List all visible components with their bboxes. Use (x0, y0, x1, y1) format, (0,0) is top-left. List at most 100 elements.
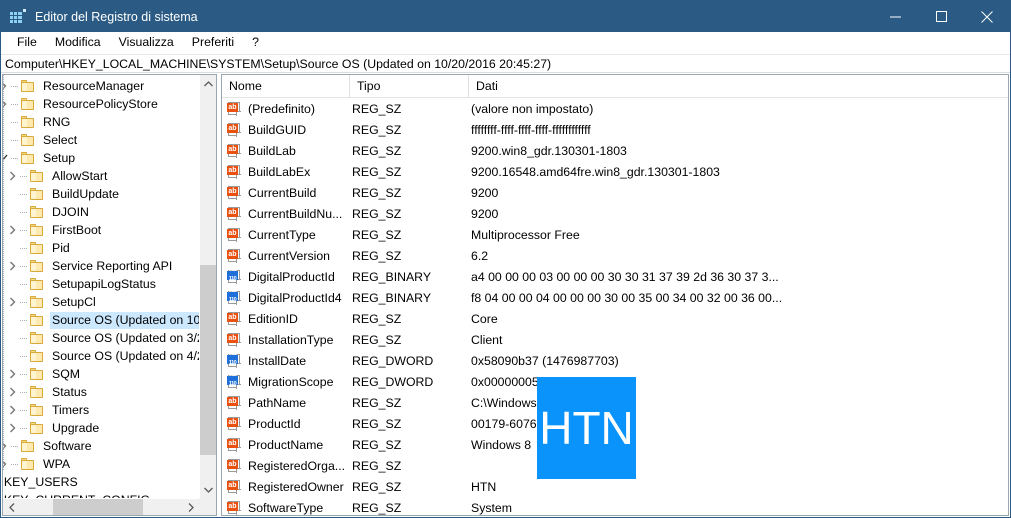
tree-expander-icon[interactable] (3, 77, 11, 95)
tree-expander-icon[interactable] (4, 365, 20, 383)
tree-node-service-reporting-api[interactable]: Service Reporting API (3, 257, 199, 275)
tree-node-firstboot[interactable]: FirstBoot (3, 221, 199, 239)
column-header-data[interactable]: Dati (469, 75, 1008, 98)
tree-node-resourcepolicystore[interactable]: ResourcePolicyStore (3, 95, 199, 113)
value-type-cell: REG_SZ (352, 164, 402, 179)
tree-node-resourcemanager[interactable]: ResourceManager (3, 77, 199, 95)
table-row[interactable]: ab CurrentVersion REG_SZ 6.2 (222, 245, 1008, 266)
tree-expander-icon[interactable] (4, 275, 20, 293)
value-type-cell: REG_SZ (352, 395, 402, 410)
table-row[interactable]: 011 110 DigitalProductId4 REG_BINARY f8 04 0… (222, 287, 1008, 308)
tree-node-source-os-updated-on-3-2[interactable]: Source OS (Updated on 3/2 (3, 329, 199, 347)
table-row[interactable]: ab SoftwareType REG_SZ System (222, 497, 1008, 515)
table-row[interactable]: 011 110 DigitalProductId REG_BINARY a4 00 00… (222, 266, 1008, 287)
tree-expander-icon[interactable] (4, 311, 20, 329)
scroll-right-arrow-icon[interactable] (182, 499, 199, 515)
tree-root-hkey-users[interactable]: HKEY_USERS (3, 473, 199, 491)
string-value-icon: ab (227, 416, 242, 431)
tree-node-setupcl[interactable]: SetupCl (3, 293, 199, 311)
folder-icon (29, 313, 45, 327)
column-header-type[interactable]: Tipo (350, 75, 469, 98)
tree-expander-icon[interactable] (4, 167, 20, 185)
string-value-icon: ab (227, 458, 242, 473)
tree-connector (20, 257, 29, 275)
table-row[interactable]: ab CurrentBuild REG_SZ 9200 (222, 182, 1008, 203)
menu-help[interactable]: ? (243, 33, 268, 52)
minimize-button[interactable] (872, 1, 918, 32)
menu-visualizza[interactable]: Visualizza (110, 33, 183, 52)
scroll-left-arrow-icon[interactable] (3, 499, 20, 515)
tree-expander-icon[interactable] (4, 419, 20, 437)
tree-expander-icon[interactable] (4, 383, 20, 401)
tree-node-setupapilogstatus[interactable]: SetupapiLogStatus (3, 275, 199, 293)
close-button[interactable] (964, 1, 1010, 32)
tree-expander-icon[interactable] (3, 437, 11, 455)
tree-node-source-os-updated-on-4-2[interactable]: Source OS (Updated on 4/2 (3, 347, 199, 365)
tree-root-hkey-current-config[interactable]: HKEY_CURRENT_CONFIG (3, 491, 199, 499)
tree-expander-icon[interactable] (4, 347, 20, 365)
tree-node-wpa[interactable]: WPA (3, 455, 199, 473)
folder-icon (20, 97, 36, 111)
tree-expander-icon[interactable] (4, 293, 20, 311)
table-row[interactable]: ab (Predefinito) REG_SZ (valore non imposta… (222, 98, 1008, 119)
tree-expander-icon[interactable] (4, 401, 20, 419)
menu-file[interactable]: File (8, 33, 46, 52)
tree-expander-icon[interactable] (4, 257, 20, 275)
maximize-button[interactable] (918, 1, 964, 32)
value-data-cell: Client (471, 332, 503, 347)
value-name-text: EditionID (248, 311, 298, 326)
tree-scroll-thumb[interactable] (200, 265, 216, 455)
tree-node-status[interactable]: Status (3, 383, 199, 401)
tree-node-timers[interactable]: Timers (3, 401, 199, 419)
table-row[interactable]: ab CurrentType REG_SZ Multiprocessor Free (222, 224, 1008, 245)
folder-icon (29, 205, 45, 219)
value-name-cell: ab ProductName (222, 437, 350, 452)
tree-node-source-os-updated-on-10[interactable]: Source OS (Updated on 10/ (3, 311, 199, 329)
tree-node-djoin[interactable]: DJOIN (3, 203, 199, 221)
tree-expander-icon[interactable] (3, 149, 11, 167)
tree-node-rng[interactable]: RNG (3, 113, 199, 131)
address-bar[interactable]: Computer\HKEY_LOCAL_MACHINE\SYSTEM\Setup… (1, 54, 1010, 73)
tree-connector (20, 401, 29, 419)
table-row[interactable]: ab BuildLabEx REG_SZ 9200.16548.amd64fre.wi… (222, 161, 1008, 182)
menu-modifica[interactable]: Modifica (46, 33, 110, 52)
tree-node-sqm[interactable]: SQM (3, 365, 199, 383)
column-header-name[interactable]: Nome (222, 75, 350, 98)
tree-expander-icon[interactable] (3, 113, 11, 131)
tree-expander-icon[interactable] (4, 185, 20, 203)
folder-icon (20, 133, 36, 147)
table-row[interactable]: ab EditionID REG_SZ Core (222, 308, 1008, 329)
table-row[interactable]: ab CurrentBuildNu... REG_SZ 9200 (222, 203, 1008, 224)
table-row[interactable]: ab InstallationType REG_SZ Client (222, 329, 1008, 350)
tree-node-pid[interactable]: Pid (3, 239, 199, 257)
tree-expander-icon[interactable] (3, 95, 11, 113)
tree-horizontal-scrollbar[interactable] (3, 498, 199, 515)
scroll-up-arrow-icon[interactable] (200, 75, 216, 92)
tree-node-buildupdate[interactable]: BuildUpdate (3, 185, 199, 203)
registry-tree[interactable]: ResourceManager ResourcePolicyStore RNG Sel… (3, 75, 199, 498)
tree-hscroll-thumb[interactable] (53, 499, 143, 515)
table-row[interactable]: ab RegisteredOwner REG_SZ HTN (222, 476, 1008, 497)
registry-icon (10, 8, 26, 25)
tree-expander-icon[interactable] (4, 329, 20, 347)
table-row[interactable]: ab BuildGUID REG_SZ ffffffff-ffff-ffff-ffff… (222, 119, 1008, 140)
tree-node-software[interactable]: Software (3, 437, 199, 455)
tree-expander-icon[interactable] (3, 131, 11, 149)
tree-node-allowstart[interactable]: AllowStart (3, 167, 199, 185)
tree-expander-icon[interactable] (4, 203, 20, 221)
tree-expander-icon[interactable] (4, 239, 20, 257)
tree-vertical-scrollbar[interactable] (199, 75, 216, 498)
string-value-icon: ab (227, 101, 242, 116)
menu-preferiti[interactable]: Preferiti (183, 33, 243, 52)
table-row[interactable]: ab BuildLab REG_SZ 9200.win8_gdr.130301-180… (222, 140, 1008, 161)
value-name-text: BuildLab (248, 143, 296, 158)
value-name-text: CurrentBuildNu... (248, 206, 343, 221)
folder-icon (29, 403, 45, 417)
tree-expander-icon[interactable] (3, 455, 11, 473)
tree-node-select[interactable]: Select (3, 131, 199, 149)
tree-node-setup[interactable]: Setup (3, 149, 199, 167)
tree-expander-icon[interactable] (4, 221, 20, 239)
scroll-down-arrow-icon[interactable] (200, 481, 216, 498)
table-row[interactable]: 011 110 InstallDate REG_DWORD 0x58090b37 (14… (222, 350, 1008, 371)
tree-node-upgrade[interactable]: Upgrade (3, 419, 199, 437)
